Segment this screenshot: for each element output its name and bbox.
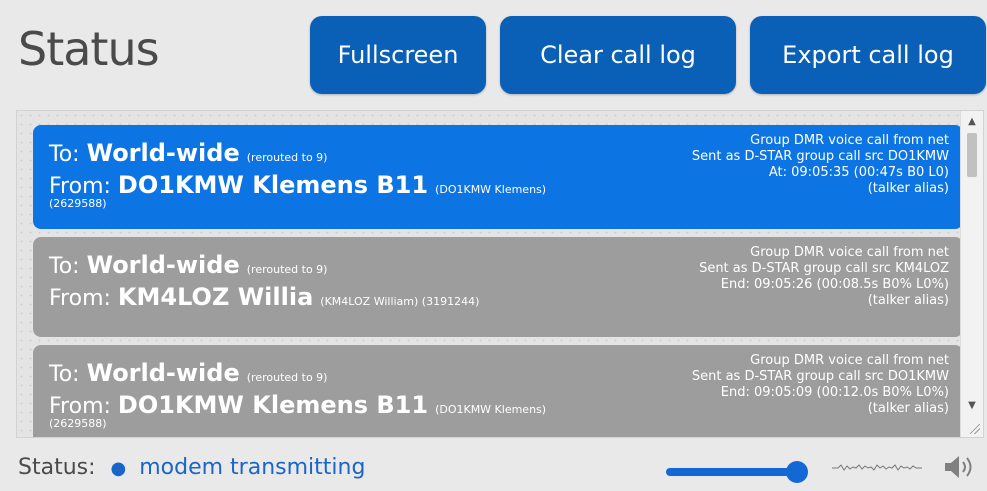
call-info: Group DMR voice call from net Sent as D-… xyxy=(589,245,949,309)
call-type: Group DMR voice call from net xyxy=(750,133,949,148)
fullscreen-button[interactable]: Fullscreen xyxy=(310,16,486,94)
call-time: End: 09:05:09 (00:12.0s B0% L0%) xyxy=(720,385,949,400)
from-note: (DO1KMW Klemens) xyxy=(435,183,547,196)
call-log-scrollbar[interactable]: ▲ ▼ xyxy=(960,111,983,437)
to-label: To: xyxy=(49,142,80,167)
status-label: Status: xyxy=(18,455,96,480)
call-type: Group DMR voice call from net xyxy=(750,353,949,368)
call-sent-as: Sent as D-STAR group call src DO1KMW xyxy=(691,369,949,384)
to-note: (rerouted to 9) xyxy=(246,371,328,384)
scroll-thumb[interactable] xyxy=(967,133,977,177)
call-sent-as: Sent as D-STAR group call src DO1KMW xyxy=(691,149,949,164)
volume-slider[interactable] xyxy=(666,461,810,483)
to-note: (rerouted to 9) xyxy=(246,151,328,164)
to-label: To: xyxy=(49,362,80,387)
status-bar: Status: ● modem transmitting xyxy=(18,452,365,484)
from-note: (DO1KMW Klemens) xyxy=(435,403,547,416)
clear-call-log-button[interactable]: Clear call log xyxy=(500,16,736,94)
call-details: To: World-wide (rerouted to 9) From: KM4… xyxy=(49,249,609,313)
call-to-line: To: World-wide (rerouted to 9) xyxy=(49,137,609,169)
call-type: Group DMR voice call from net xyxy=(750,245,949,260)
export-call-log-button[interactable]: Export call log xyxy=(750,16,986,94)
call-from-line: From: DO1KMW Klemens B11 (DO1KMW Klemens… xyxy=(49,389,609,421)
scroll-up-icon[interactable]: ▲ xyxy=(961,113,983,131)
call-from-line: From: KM4LOZ Willia (KM4LOZ William) (31… xyxy=(49,281,609,313)
volume-slider-track[interactable] xyxy=(666,468,794,476)
call-time: End: 09:05:26 (00:08.5s B0% L0%) xyxy=(720,277,949,292)
talker-alias: (talker alias) xyxy=(867,401,949,416)
talker-alias: (talker alias) xyxy=(867,181,949,196)
call-time: At: 09:05:35 (00:47s B0 L0) xyxy=(768,165,949,180)
from-label: From: xyxy=(49,394,111,419)
call-from-line: From: DO1KMW Klemens B11 (DO1KMW Klemens… xyxy=(49,169,609,201)
call-sent-as: Sent as D-STAR group call src KM4LOZ xyxy=(699,261,949,276)
to-note: (rerouted to 9) xyxy=(246,263,328,276)
from-note: (KM4LOZ William) (3191244) xyxy=(320,295,480,308)
call-list: To: World-wide (rerouted to 9) From: DO1… xyxy=(33,125,963,437)
status-value: modem transmitting xyxy=(139,455,366,480)
call-log-panel: To: World-wide (rerouted to 9) From: DO1… xyxy=(16,110,984,438)
scroll-down-icon[interactable]: ▼ xyxy=(961,397,983,415)
call-to-line: To: World-wide (rerouted to 9) xyxy=(49,249,609,281)
call-entry[interactable]: To: World-wide (rerouted to 9) From: KM4… xyxy=(33,237,963,337)
status-dot-icon: ● xyxy=(110,458,127,479)
to-label: To: xyxy=(49,254,80,279)
call-entry[interactable]: To: World-wide (rerouted to 9) From: DO1… xyxy=(33,345,963,437)
from-label: From: xyxy=(49,174,111,199)
to-target: World-wide xyxy=(86,139,240,167)
call-entry[interactable]: To: World-wide (rerouted to 9) From: DO1… xyxy=(33,125,963,229)
resize-grip-icon[interactable] xyxy=(970,424,980,434)
waveform-icon xyxy=(832,464,922,471)
call-details: To: World-wide (rerouted to 9) From: DO1… xyxy=(49,137,609,210)
page-title: Status xyxy=(18,22,160,76)
to-target: World-wide xyxy=(86,251,240,279)
to-target: World-wide xyxy=(86,359,240,387)
volume-slider-thumb[interactable] xyxy=(786,461,808,483)
speaker-icon[interactable] xyxy=(942,452,976,482)
call-info: Group DMR voice call from net Sent as D-… xyxy=(589,133,949,197)
from-label: From: xyxy=(49,286,111,311)
from-name: KM4LOZ Willia xyxy=(117,283,314,311)
call-details: To: World-wide (rerouted to 9) From: DO1… xyxy=(49,357,609,430)
from-name: DO1KMW Klemens B11 xyxy=(117,391,429,419)
from-name: DO1KMW Klemens B11 xyxy=(117,171,429,199)
talker-alias: (talker alias) xyxy=(867,293,949,308)
call-to-line: To: World-wide (rerouted to 9) xyxy=(49,357,609,389)
call-info: Group DMR voice call from net Sent as D-… xyxy=(589,353,949,417)
